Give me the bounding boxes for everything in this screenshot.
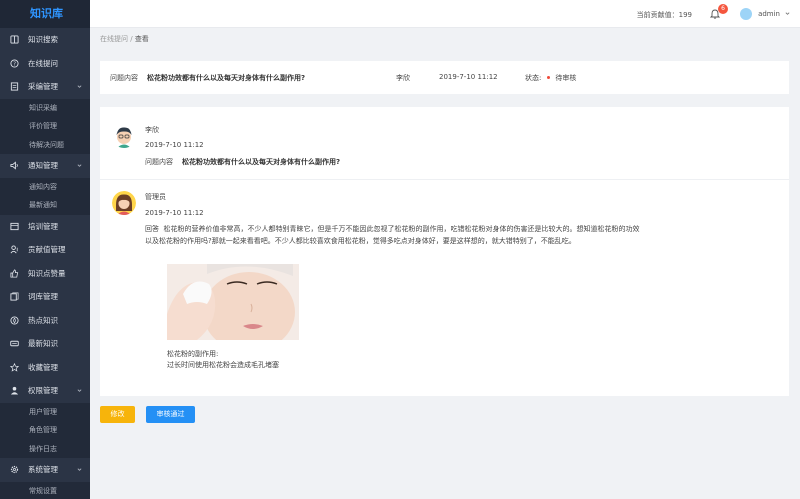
lexicon-icon [10, 292, 19, 301]
divider [100, 179, 789, 180]
hot-icon [10, 316, 19, 325]
new-icon [10, 339, 19, 348]
sidebar-item-system[interactable]: 系统管理 [0, 458, 90, 482]
sidebar-item-label: 贡献值管理 [28, 245, 66, 255]
contribution-display: 当前贡献值：199 [637, 10, 692, 20]
answer-content: 回答 松花粉的营养价值非常高，不少人都特别青睐它，但是千万不能因此忽视了松花粉的… [145, 224, 645, 247]
question-datetime: 2019-7-10 11:12 [439, 73, 498, 81]
notification-badge: 6 [718, 4, 728, 14]
sidebar-item-label: 知识点赞量 [28, 268, 66, 278]
sidebar-item-editing-management[interactable]: 采编管理 [0, 75, 90, 99]
sidebar-subitem-roles[interactable]: 角色管理 [0, 421, 90, 440]
book-icon [10, 35, 19, 44]
post-content: 松花粉功效都有什么以及每天对身体有什么副作用? [182, 158, 341, 166]
answer-note: 松花粉的副作用: 过长时间使用松花粉会造成毛孔堵塞 [167, 349, 279, 371]
sidebar-item-label: 在线提问 [28, 58, 58, 68]
chevron-down-icon [77, 468, 82, 471]
sidebar-item-contribution[interactable]: 贡献值管理 [0, 238, 90, 262]
avatar[interactable] [740, 8, 752, 20]
user-icon [10, 386, 19, 395]
sidebar-item-favorites[interactable]: 收藏管理 [0, 356, 90, 380]
answer-text: 松花粉的营养价值非常高，不少人都特别青睐它，但是千万不能因此忽视了松花粉的副作用… [145, 225, 640, 245]
sidebar-subitem-pending-issues[interactable]: 待解决问题 [0, 135, 90, 154]
speaker-icon [10, 161, 19, 170]
sidebar-subitem-general-settings[interactable]: 常规设置 [0, 481, 90, 499]
sidebar-item-latest-knowledge[interactable]: 最新知识 [0, 332, 90, 356]
sidebar-item-label: 收藏管理 [28, 362, 58, 372]
asker-name: 李欣 [396, 74, 410, 82]
question-circle-icon: ? [10, 59, 19, 68]
breadcrumb-parent[interactable]: 在线提问 [100, 35, 128, 43]
submenu-notification: 通知内容 最新通知 [0, 177, 90, 215]
document-icon [10, 82, 19, 91]
sidebar-subitem-logs[interactable]: 操作日志 [0, 439, 90, 458]
sidebar-subitem-evaluation[interactable]: 评价管理 [0, 117, 90, 136]
post-datetime: 2019-7-10 11:12 [145, 209, 204, 217]
breadcrumb-current: 查看 [134, 35, 149, 43]
chevron-down-icon [77, 85, 82, 88]
post-author: 管理员 [145, 193, 166, 201]
submenu-system: 常规设置 [0, 481, 90, 499]
status-display: 状态: 待审核 [525, 73, 576, 83]
sidebar-item-label: 采编管理 [28, 82, 58, 92]
edit-button[interactable]: 修改 [100, 406, 135, 423]
sidebar-item-label: 权限管理 [28, 386, 58, 396]
thumbs-up-icon [10, 269, 19, 278]
chevron-down-icon [77, 164, 82, 167]
sidebar-item-lexicon[interactable]: 词库管理 [0, 285, 90, 309]
thread-card: 李欣 2019-7-10 11:12 问题内容 松花粉功效都有什么以及每天对身体… [100, 107, 789, 396]
contribution-value: 199 [678, 11, 692, 19]
answer-label: 回答 [145, 225, 159, 233]
submenu-permissions: 用户管理 角色管理 操作日志 [0, 402, 90, 458]
username[interactable]: admin [758, 10, 780, 18]
note-title: 松花粉的副作用: [167, 350, 219, 358]
status-badge: 待审核 [555, 74, 577, 82]
star-icon [10, 362, 19, 372]
question-label: 问题内容 [110, 74, 138, 82]
sidebar-item-notification-management[interactable]: 通知管理 [0, 154, 90, 178]
sidebar-item-likes[interactable]: 知识点赞量 [0, 262, 90, 286]
app-logo[interactable]: 知识库 [0, 0, 90, 28]
sidebar-subitem-notification-content[interactable]: 通知内容 [0, 177, 90, 196]
sidebar-item-label: 通知管理 [28, 161, 58, 171]
avatar [112, 191, 136, 215]
sidebar-item-label: 热点知识 [28, 315, 58, 325]
submenu-editing: 知识采编 评价管理 待解决问题 [0, 98, 90, 154]
breadcrumb: 在线提问 / 查看 [100, 34, 149, 44]
top-header: 当前贡献值：199 6 admin [90, 0, 800, 28]
sidebar-subitem-latest-notification[interactable]: 最新通知 [0, 196, 90, 215]
status-label: 状态: [525, 74, 542, 82]
svg-text:?: ? [13, 61, 16, 67]
sidebar-item-training[interactable]: 培训管理 [0, 215, 90, 239]
approve-button[interactable]: 审核通过 [146, 406, 195, 423]
avatar [112, 124, 136, 148]
sidebar-item-label: 培训管理 [28, 221, 58, 231]
post-datetime: 2019-7-10 11:12 [145, 141, 204, 149]
note-body: 过长时间使用松花粉会造成毛孔堵塞 [167, 361, 279, 369]
gear-icon [10, 465, 19, 474]
training-icon [10, 222, 19, 231]
chevron-down-icon [77, 389, 82, 392]
sidebar-item-label: 最新知识 [28, 339, 58, 349]
sidebar-item-hot-knowledge[interactable]: 热点知识 [0, 309, 90, 333]
answer-image [167, 264, 299, 340]
sidebar-item-online-question[interactable]: ? 在线提问 [0, 52, 90, 76]
sidebar-item-label: 知识搜索 [28, 35, 58, 45]
sidebar-item-knowledge-search[interactable]: 知识搜索 [0, 28, 90, 52]
sidebar-subitem-knowledge-editing[interactable]: 知识采编 [0, 98, 90, 117]
breadcrumb-separator: / [128, 35, 135, 43]
question-info-bar: 问题内容 松花粉功效都有什么以及每天对身体有什么副作用? 李欣 2019-7-1… [100, 61, 789, 94]
post-author: 李欣 [145, 126, 159, 134]
sidebar-item-label: 系统管理 [28, 465, 58, 475]
post-label: 问题内容 [145, 158, 173, 166]
status-dot [547, 76, 551, 79]
sidebar: 知识库 知识搜索 ? 在线提问 采编管理 知识采编 评价管理 待解决问题 通知管… [0, 0, 90, 499]
contribution-icon [10, 245, 19, 254]
chevron-down-icon[interactable] [785, 11, 790, 16]
sidebar-item-label: 词库管理 [28, 292, 58, 302]
question-title: 松花粉功效都有什么以及每天对身体有什么副作用? [147, 74, 306, 82]
contribution-label: 当前贡献值： [636, 11, 679, 19]
sidebar-item-permissions[interactable]: 权限管理 [0, 379, 90, 403]
sidebar-subitem-users[interactable]: 用户管理 [0, 402, 90, 421]
